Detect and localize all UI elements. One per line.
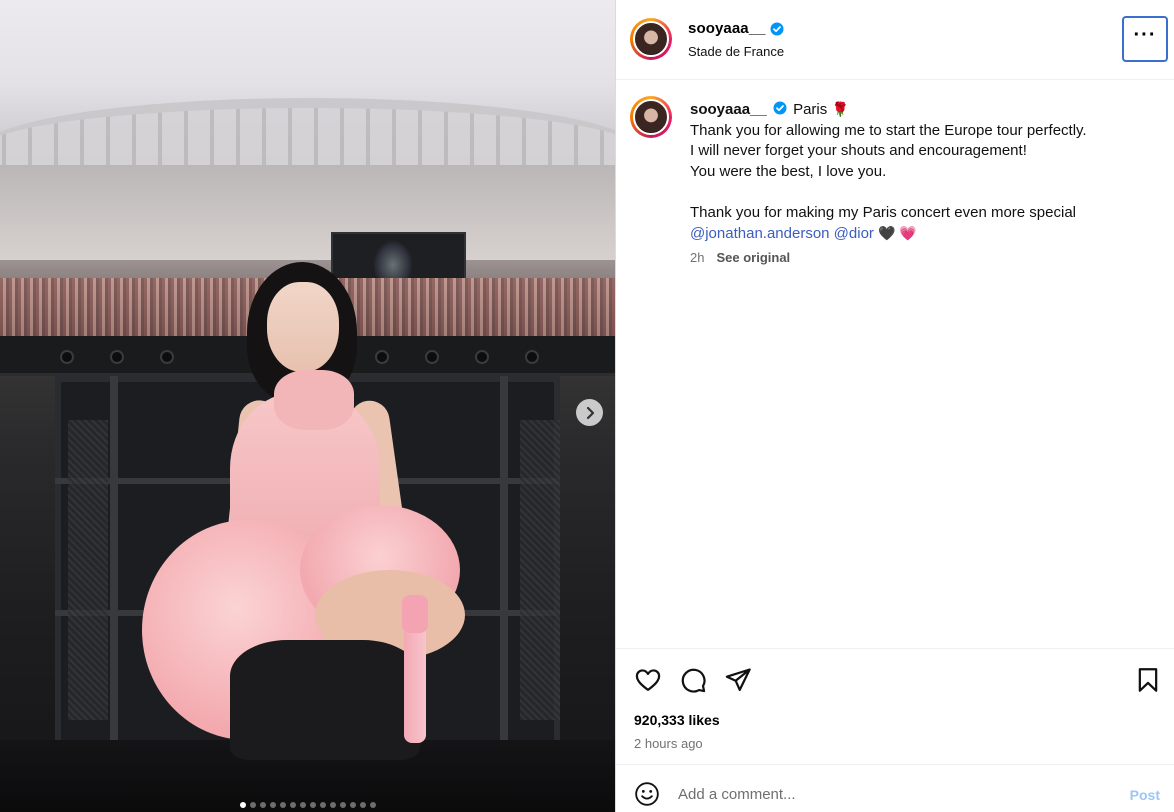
carousel-dot xyxy=(239,802,246,808)
emoji-picker-button[interactable] xyxy=(634,781,660,807)
smiley-icon xyxy=(635,782,659,806)
truss-bolt xyxy=(375,350,389,364)
like-button[interactable] xyxy=(634,666,662,694)
carousel-dot xyxy=(339,802,346,808)
post-actions: 920,333 likes 2 hours ago xyxy=(616,648,1174,760)
stadium-stands-shade xyxy=(0,165,615,260)
username-text[interactable]: sooyaaa__ xyxy=(688,20,766,37)
mention-link[interactable]: @jonathan.anderson xyxy=(690,225,830,242)
microphone-head xyxy=(402,595,428,633)
heart-emoji-icon: 🖤 💗 xyxy=(878,225,917,241)
post-details-panel: sooyaaa__ Stade de France ··· sooyaaa__ xyxy=(616,0,1174,812)
carousel-dot xyxy=(369,802,376,808)
send-icon xyxy=(725,668,751,692)
caption-username[interactable]: sooyaaa__ xyxy=(690,101,767,118)
caption-place: Paris xyxy=(793,101,828,118)
more-options-button[interactable]: ··· xyxy=(1122,16,1168,62)
likes-count[interactable]: 920,333 likes xyxy=(634,712,720,728)
carousel-dot xyxy=(359,802,366,808)
caption-mentions-line: @jonathan.anderson @dior 🖤 💗 xyxy=(690,223,1150,245)
post-time[interactable]: 2 hours ago xyxy=(634,736,703,751)
carousel-dot xyxy=(289,802,296,808)
comment-button[interactable] xyxy=(679,666,707,694)
truss-bolt xyxy=(60,350,74,364)
carousel-indicator xyxy=(0,802,615,808)
see-original-button[interactable]: See original xyxy=(716,250,790,265)
carousel-dot xyxy=(259,802,266,808)
share-button[interactable] xyxy=(724,666,752,694)
truss-bolt xyxy=(425,350,439,364)
avatar-image xyxy=(633,99,669,135)
caption-first-line: sooyaaa__ Paris 🌹 xyxy=(690,99,1150,121)
rose-emoji-icon: 🌹 xyxy=(831,101,849,117)
dress-bow xyxy=(274,370,354,430)
mention-link[interactable]: @dior xyxy=(834,225,874,242)
caption-line: Thank you for allowing me to start the E… xyxy=(690,121,1087,139)
truss-bolt xyxy=(475,350,489,364)
truss-bolt xyxy=(110,350,124,364)
chevron-right-icon xyxy=(586,406,594,419)
save-button[interactable] xyxy=(1134,666,1162,694)
carousel-dot xyxy=(349,802,356,808)
author-username[interactable]: sooyaaa__ xyxy=(688,20,784,37)
caption-line: I will never forget your shouts and enco… xyxy=(690,142,1027,159)
cage-grate xyxy=(68,420,108,720)
truss-bolt xyxy=(160,350,174,364)
caption-text: sooyaaa__ Paris 🌹 Thank you for allowing… xyxy=(690,99,1150,245)
more-horizontal-icon: ··· xyxy=(1133,24,1157,46)
heart-icon xyxy=(635,669,661,692)
caption-line: Thank you for making my Paris concert ev… xyxy=(690,203,1076,221)
post-comment-button[interactable]: Post xyxy=(1130,787,1160,803)
bookmark-icon xyxy=(1138,668,1158,692)
verified-badge-icon xyxy=(770,22,784,36)
person-boots xyxy=(230,640,420,760)
truss-bolt xyxy=(525,350,539,364)
carousel-dot xyxy=(319,802,326,808)
cage-bar xyxy=(110,376,118,746)
comment-bar: Post xyxy=(616,764,1174,812)
avatar-image xyxy=(633,21,669,57)
caption-avatar[interactable] xyxy=(630,96,672,138)
caption-meta: 2h See original xyxy=(690,250,790,265)
avatar[interactable] xyxy=(630,18,672,60)
verified-badge-icon xyxy=(773,101,787,115)
carousel-dot xyxy=(299,802,306,808)
carousel-dot xyxy=(249,802,256,808)
cage-bar xyxy=(500,376,508,746)
person-face xyxy=(267,282,339,372)
location-link[interactable]: Stade de France xyxy=(688,44,784,59)
carousel-dot xyxy=(269,802,276,808)
post-header: sooyaaa__ Stade de France ··· xyxy=(616,0,1174,80)
carousel-dot xyxy=(309,802,316,808)
comment-icon xyxy=(681,668,706,693)
carousel-dot xyxy=(329,802,336,808)
caption-line: You were the best, I love you. xyxy=(690,162,887,180)
cage-grate xyxy=(520,420,560,720)
next-slide-button[interactable] xyxy=(576,399,603,426)
caption-timestamp[interactable]: 2h xyxy=(690,250,704,265)
carousel-dot xyxy=(279,802,286,808)
comment-input[interactable] xyxy=(678,779,1098,809)
post-media[interactable] xyxy=(0,0,615,812)
